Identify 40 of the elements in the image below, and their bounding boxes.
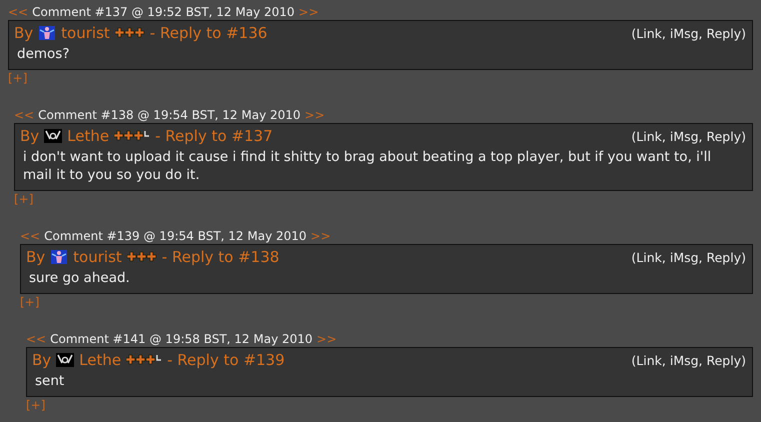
expand-link[interactable]: [+] [26, 398, 46, 413]
author-link[interactable]: Lethe [79, 350, 122, 370]
expand-link[interactable]: [+] [8, 71, 28, 86]
comment-text: demos? [16, 45, 70, 64]
reply-to-link[interactable]: - Reply to #138 [162, 247, 280, 267]
reply-to-link[interactable]: - Reply to #137 [155, 126, 273, 146]
reply-to-link[interactable]: - Reply to #136 [150, 23, 268, 43]
comment-header: Comment #137 @ 19:52 BST, 12 May 2010 [32, 5, 295, 20]
comment-actions: (Link, iMsg, Reply) [631, 128, 746, 144]
expand-link[interactable]: [+] [14, 192, 34, 207]
author-link[interactable]: tourist [61, 23, 110, 43]
next-link[interactable]: >> [304, 108, 325, 123]
avatar-icon [44, 129, 62, 143]
comment-actions: (Link, iMsg, Reply) [631, 250, 746, 264]
avatar-icon [38, 26, 56, 40]
by-label: By [20, 126, 40, 146]
next-link[interactable]: >> [316, 332, 337, 347]
comment-text: sure go ahead. [28, 269, 131, 288]
by-label: By [32, 350, 52, 370]
avatar-icon [56, 353, 74, 367]
author-link[interactable]: tourist [73, 247, 122, 267]
comment-header: Comment #138 @ 19:54 BST, 12 May 2010 [38, 108, 301, 123]
next-link[interactable]: >> [298, 5, 319, 20]
comment-actions: (Link, iMsg, Reply) [631, 352, 746, 368]
comment-text: i don't want to upload it cause i find it shitty to brag about beating a top player, but if you want to, i'll mail it to you so you do it. [22, 148, 712, 185]
expand-link[interactable]: [+] [20, 295, 40, 310]
previous-link[interactable]: << [8, 5, 28, 20]
previous-link[interactable]: << [20, 229, 40, 244]
comment-header: Comment #139 @ 19:54 BST, 12 May 2010 [44, 229, 307, 244]
avatar-icon [50, 250, 68, 264]
next-link[interactable]: >> [310, 229, 331, 244]
comment-header: Comment #141 @ 19:58 BST, 12 May 2010 [50, 332, 313, 347]
by-label: By [14, 23, 34, 43]
comment-text: sent [34, 372, 66, 391]
reply-to-link[interactable]: - Reply to #139 [167, 350, 285, 370]
previous-link[interactable]: << [26, 332, 46, 347]
comment-actions: (Link, iMsg, Reply) [631, 26, 746, 40]
previous-link[interactable]: << [14, 108, 34, 123]
author-link[interactable]: Lethe [67, 126, 110, 146]
by-label: By [26, 247, 46, 267]
